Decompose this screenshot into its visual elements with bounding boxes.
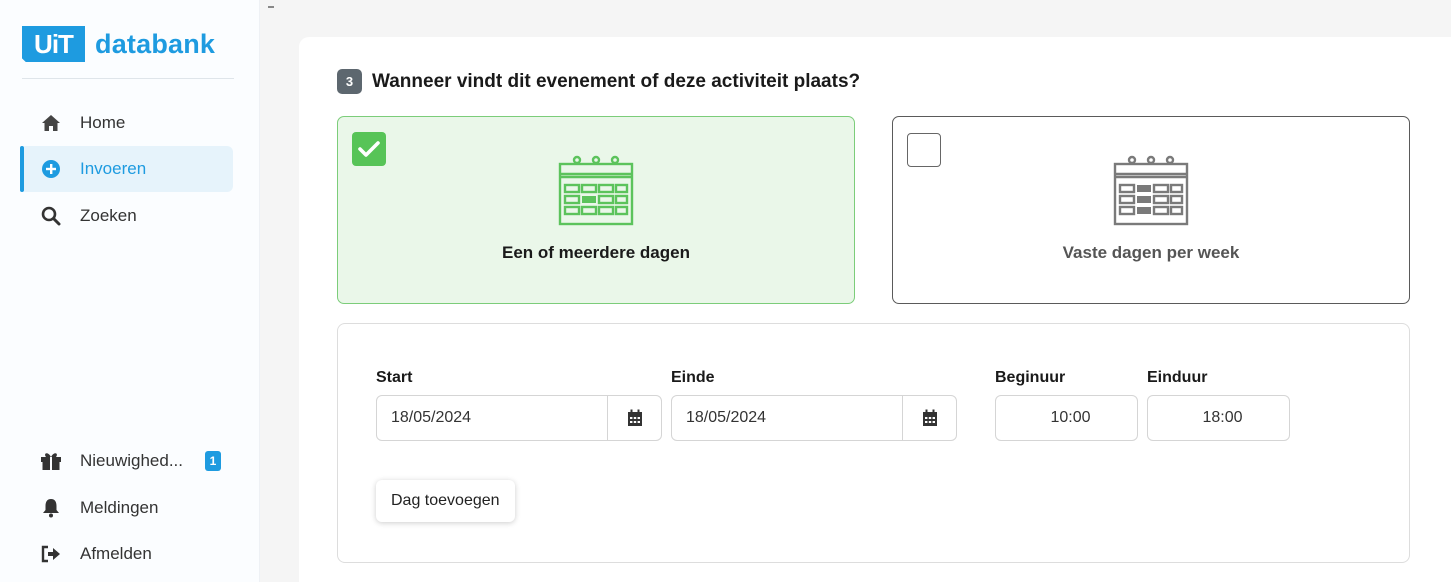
calendar-icon (922, 409, 937, 426)
home-icon (40, 112, 62, 134)
end-calendar-button[interactable] (902, 396, 956, 440)
gift-icon (40, 450, 62, 472)
sidebar-item-afmelden[interactable]: Afmelden (20, 531, 233, 577)
app-logo[interactable]: UiT databank (22, 26, 215, 62)
end-date-field[interactable]: 18/05/2024 (671, 395, 957, 441)
sidebar-item-label: Invoeren (80, 159, 147, 178)
step-header: 3 Wanneer vindt dit evenement of deze ac… (337, 69, 860, 94)
sidebar-item-label: Nieuwighed... (80, 451, 184, 470)
start-date-value: 18/05/2024 (391, 409, 472, 426)
end-time-label: Einduur (1147, 369, 1208, 386)
sidebar-item-label: Afmelden (80, 544, 152, 563)
sign-out-icon (40, 543, 62, 565)
logo-text: databank (95, 28, 216, 59)
start-label: Start (376, 369, 413, 386)
sidebar-item-label: Zoeken (80, 206, 137, 225)
end-time-input[interactable]: 18:00 (1147, 395, 1290, 441)
divider (268, 6, 274, 8)
step-title: Wanneer vindt dit evenement of deze acti… (372, 70, 861, 92)
calendar-icon (546, 155, 646, 232)
date-time-panel: Start 18/05/2024 Einde 18/05/2024 Beginu… (337, 323, 1410, 563)
step-number: 3 (337, 69, 362, 94)
notification-badge: 1 (205, 451, 222, 471)
sidebar-item-label: Home (80, 113, 126, 132)
bell-icon (40, 497, 62, 519)
begin-time-input[interactable]: 10:00 (995, 395, 1138, 441)
add-day-button[interactable]: Dag toevoegen (376, 480, 515, 522)
sidebar-item-meldingen[interactable]: Meldingen (20, 485, 233, 531)
sidebar-divider (22, 78, 234, 79)
option-vaste-dagen-per-week[interactable]: Vaste dagen per week (892, 116, 1410, 304)
start-calendar-button[interactable] (607, 396, 661, 440)
checkbox-checked[interactable] (352, 132, 386, 166)
sidebar-item-nieuwigheden[interactable]: Nieuwighed... 1 (20, 438, 233, 484)
end-date-value: 18/05/2024 (686, 409, 767, 426)
calendar-icon (1101, 155, 1201, 232)
search-icon (40, 205, 62, 227)
checkbox-unchecked[interactable] (907, 133, 941, 167)
plus-circle-icon (40, 158, 62, 180)
option-een-of-meerdere-dagen[interactable]: Een of meerdere dagen (337, 116, 855, 304)
main-card: 3 Wanneer vindt dit evenement of deze ac… (299, 37, 1451, 582)
sidebar: UiT databank Home Invoeren Zoeken Nieuwi… (0, 0, 260, 582)
logo-badge: UiT (22, 26, 85, 62)
sidebar-item-label: Meldingen (80, 498, 159, 517)
sidebar-item-home[interactable]: Home (20, 100, 233, 146)
calendar-icon (627, 409, 642, 426)
checkmark-icon (358, 141, 380, 157)
option-label: Vaste dagen per week (1062, 243, 1240, 262)
end-label: Einde (671, 369, 715, 386)
start-date-field[interactable]: 18/05/2024 (376, 395, 662, 441)
sidebar-item-zoeken[interactable]: Zoeken (20, 193, 233, 239)
sidebar-item-invoeren[interactable]: Invoeren (20, 146, 233, 192)
begin-time-label: Beginuur (995, 369, 1066, 386)
option-label: Een of meerdere dagen (501, 243, 690, 262)
